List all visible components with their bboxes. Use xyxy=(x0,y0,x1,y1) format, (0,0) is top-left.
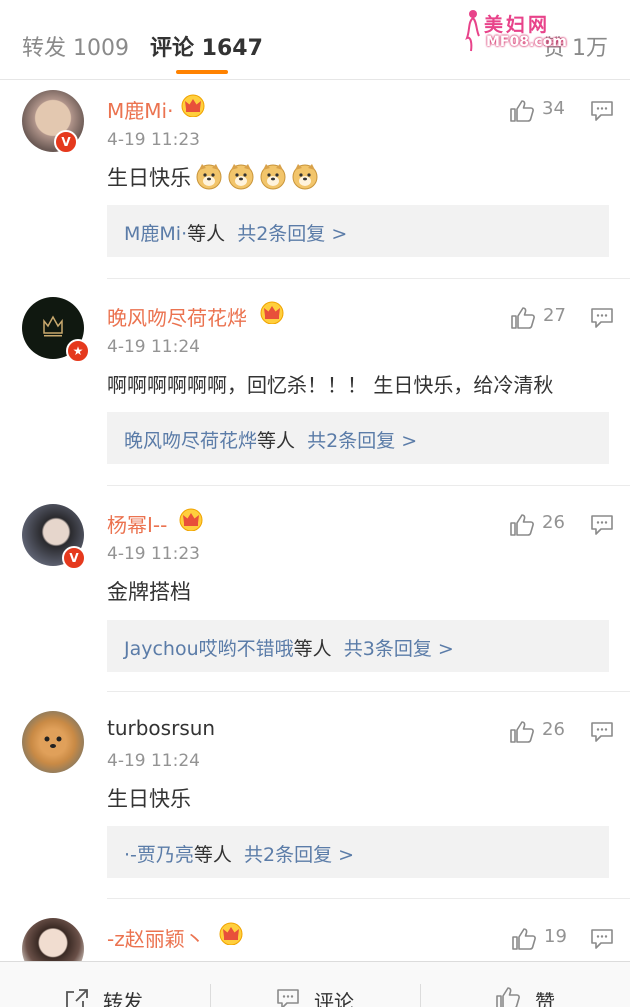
tab-bar: 转发 1009 评论 1647 赞 1万 美妇网 MF08.com xyxy=(0,0,630,80)
message-icon xyxy=(276,988,300,1007)
active-tab-indicator xyxy=(176,70,228,74)
reply-mid-text: 等人 xyxy=(187,223,226,245)
crown-icon xyxy=(180,93,206,117)
comment-time: 4-19 11:23 xyxy=(107,130,200,150)
comment-username[interactable]: M鹿Mi· xyxy=(107,95,173,124)
reply-names[interactable]: Jaychou哎哟不错哦 xyxy=(124,638,294,660)
reply-count-link[interactable]: 共2条回复 > xyxy=(244,844,354,866)
watermark-url: MF08.com xyxy=(486,34,567,50)
reply-count-link[interactable]: 共3条回复 > xyxy=(344,638,454,660)
divider xyxy=(107,898,630,899)
crown-icon xyxy=(259,300,285,324)
thumbs-up-icon[interactable] xyxy=(509,99,535,123)
reply-summary[interactable]: Jaychou哎哟不错哦等人 共3条回复 > xyxy=(107,620,609,672)
reply-names[interactable]: M鹿Mi· xyxy=(124,223,187,245)
message-icon[interactable] xyxy=(590,514,614,536)
divider xyxy=(107,691,630,692)
verified-badge-icon: ★ xyxy=(66,339,90,363)
bar-divider xyxy=(210,984,211,1007)
doge-emoji-icon xyxy=(259,162,287,190)
message-icon[interactable] xyxy=(590,928,614,950)
avatar-dog-icon xyxy=(44,736,62,748)
watermark-title: 美妇网 xyxy=(484,14,551,36)
verified-badge-icon: V xyxy=(62,546,86,570)
reply-mid-text: 等人 xyxy=(293,638,332,660)
comment-time: 4-19 11:23 xyxy=(107,544,200,564)
comment-username[interactable]: 晚风吻尽荷花烨 xyxy=(107,302,247,331)
reply-mid-text: 等人 xyxy=(193,844,232,866)
comment-text: 金牌搭档 xyxy=(107,580,191,604)
doge-emoji-icon xyxy=(195,162,223,190)
bottom-action-bar: 转发 评论 赞 xyxy=(0,961,630,1007)
tab-comment[interactable]: 评论 1647 xyxy=(150,30,263,62)
bar-divider xyxy=(420,984,421,1007)
avatar[interactable] xyxy=(22,711,84,773)
like-count: 26 xyxy=(542,512,565,533)
message-icon[interactable] xyxy=(590,100,614,122)
comment-username[interactable]: turbosrsun xyxy=(107,716,215,740)
comment-username[interactable]: 杨幂I-- xyxy=(107,509,167,538)
like-count: 27 xyxy=(543,305,566,326)
thumbs-up-icon xyxy=(495,986,521,1007)
comment-text: 啊啊啊啊啊啊，回忆杀！！！ 生日快乐，给冷清秋 xyxy=(107,373,554,397)
reply-count-link[interactable]: 共2条回复 > xyxy=(307,430,417,452)
crown-icon xyxy=(178,507,204,531)
divider xyxy=(107,485,630,486)
reply-summary[interactable]: M鹿Mi·等人 共2条回复 > xyxy=(107,205,609,257)
reply-summary[interactable]: ·-贾乃亮等人 共2条回复 > xyxy=(107,826,609,878)
watermark: 美妇网 MF08.com xyxy=(462,8,582,52)
thumbs-up-icon[interactable] xyxy=(511,927,537,951)
divider xyxy=(107,278,630,279)
reply-names[interactable]: ·-贾乃亮 xyxy=(124,844,194,866)
like-count: 19 xyxy=(544,926,567,947)
comment-time: 4-19 11:24 xyxy=(107,751,200,771)
message-icon[interactable] xyxy=(590,307,614,329)
comment-username[interactable]: -z赵丽颖丶 xyxy=(107,923,205,952)
verified-badge-icon: V xyxy=(54,130,78,154)
comment-time: 4-19 11:24 xyxy=(107,337,200,357)
thumbs-up-icon[interactable] xyxy=(510,306,536,330)
message-icon[interactable] xyxy=(590,721,614,743)
share-icon xyxy=(66,989,88,1007)
like-count: 26 xyxy=(542,719,565,740)
repost-button[interactable]: 转发 xyxy=(65,962,185,1007)
thumbs-up-icon[interactable] xyxy=(509,513,535,537)
tab-repost[interactable]: 转发 1009 xyxy=(22,30,129,62)
comment-label: 评论 xyxy=(314,990,354,1007)
watermark-figure-icon xyxy=(465,10,480,52)
like-count: 34 xyxy=(542,98,565,119)
doge-emoji-icon xyxy=(291,162,319,190)
comment-text: 生日快乐 xyxy=(107,162,319,192)
repost-label: 转发 xyxy=(103,990,143,1007)
comment-text: 生日快乐 xyxy=(107,787,191,811)
reply-count-link[interactable]: 共2条回复 > xyxy=(237,223,347,245)
like-button[interactable]: 赞 xyxy=(495,962,595,1007)
reply-mid-text: 等人 xyxy=(257,430,296,452)
like-label: 赞 xyxy=(535,990,555,1007)
reply-names[interactable]: 晚风吻尽荷花烨 xyxy=(124,430,257,452)
comment-text-content: 生日快乐 xyxy=(107,166,191,190)
doge-emoji-icon xyxy=(227,162,255,190)
crown-icon xyxy=(218,921,244,945)
thumbs-up-icon[interactable] xyxy=(509,720,535,744)
reply-summary[interactable]: 晚风吻尽荷花烨等人 共2条回复 > xyxy=(107,412,609,464)
comment-button[interactable]: 评论 xyxy=(276,962,396,1007)
